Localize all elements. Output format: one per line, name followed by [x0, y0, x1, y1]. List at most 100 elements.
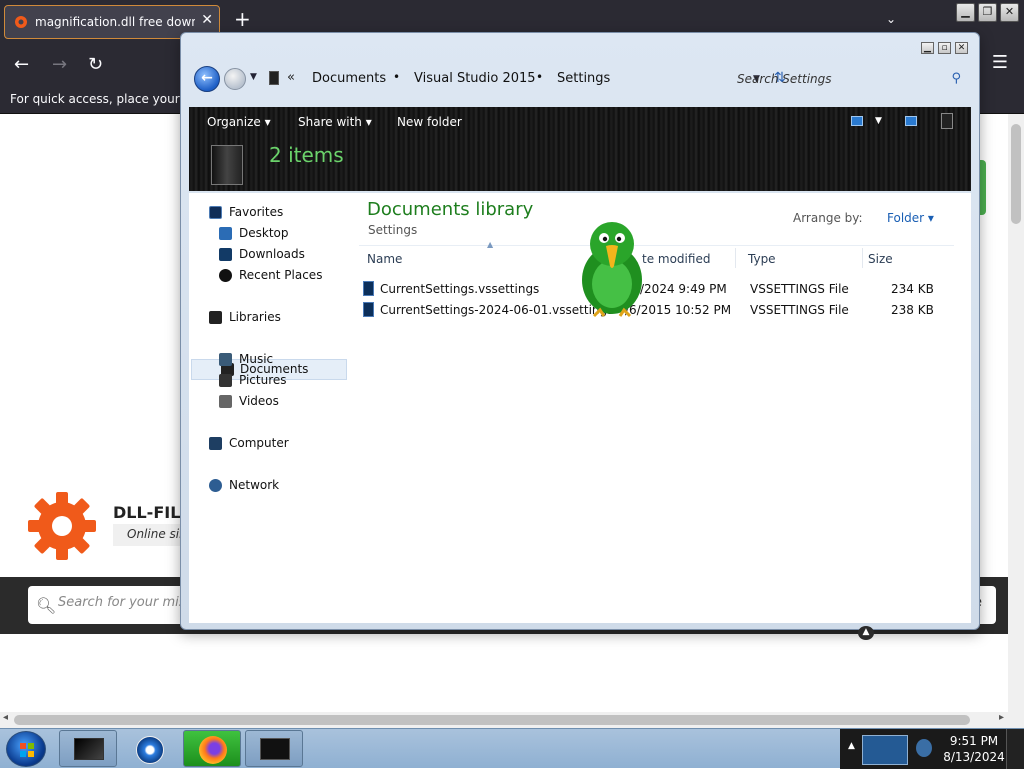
taskbar-firefox-button[interactable] — [183, 730, 241, 767]
arrange-by-label: Arrange by: — [793, 211, 863, 225]
network-globe-icon — [209, 479, 222, 492]
new-tab-button[interactable]: + — [234, 9, 251, 29]
windows-logo-icon — [20, 743, 34, 757]
items-count: 2 items — [269, 143, 344, 167]
column-divider[interactable] — [735, 248, 736, 268]
explorer-minimize-button[interactable]: ▁ — [921, 42, 934, 54]
view-options-chevron-icon[interactable]: ▼ — [875, 116, 882, 126]
dll-files-favicon-icon — [15, 16, 27, 28]
new-folder-button[interactable]: New folder — [397, 115, 462, 129]
column-type[interactable]: Type — [748, 252, 776, 266]
start-button[interactable] — [6, 731, 46, 767]
nav-computer[interactable]: Computer — [209, 434, 365, 454]
vssettings-file-icon — [363, 281, 374, 296]
file-date: /2024 9:49 PM — [640, 282, 727, 296]
explorer-close-button[interactable]: ✕ — [955, 42, 968, 54]
list-all-tabs-button[interactable]: ⌄ — [886, 12, 896, 26]
forward-button[interactable] — [224, 68, 246, 90]
vssettings-file-icon — [363, 302, 374, 317]
taskbar: ▲ 9:51 PM 8/13/2024 — [0, 728, 1024, 769]
nav-libraries[interactable]: Libraries — [209, 308, 365, 328]
nav-favorites[interactable]: Favorites — [209, 203, 365, 223]
explorer-window: ▁ ▫ ✕ ← ▼ « Documents • Visual Studio 20… — [180, 32, 980, 630]
taskbar-media-player-button[interactable] — [121, 730, 179, 767]
file-list-pane: Documents library Settings Arrange by: F… — [349, 193, 971, 623]
site-search-placeholder: Search for your missi — [58, 595, 196, 610]
notification-area: ▲ — [840, 729, 942, 769]
computer-icon — [209, 437, 222, 450]
breadcrumb-documents[interactable]: Documents — [312, 71, 386, 86]
green-parrot-mascot-icon[interactable] — [574, 218, 650, 322]
address-bar[interactable]: « Documents • Visual Studio 2015 • Setti… — [263, 66, 786, 92]
breadcrumb-separator[interactable]: • — [393, 70, 400, 84]
vertical-scroll-thumb[interactable] — [1011, 124, 1021, 224]
horizontal-scroll-thumb[interactable] — [14, 715, 970, 725]
black-folder-icon — [74, 738, 104, 760]
libraries-icon — [209, 311, 222, 324]
file-type: VSSETTINGS File — [750, 282, 849, 296]
taskbar-explorer-button[interactable] — [59, 730, 117, 767]
tab-title: magnification.dll free download — [35, 15, 195, 29]
browser-minimize-button[interactable]: ▁ — [956, 3, 975, 22]
videos-icon — [219, 395, 232, 408]
taskbar-terminal-button[interactable] — [245, 730, 303, 767]
navigation-pane: Favorites Desktop Downloads Recent Place… — [189, 193, 349, 623]
column-name[interactable]: Name — [367, 252, 402, 266]
organize-button[interactable]: Organize ▾ — [207, 115, 271, 129]
share-with-button[interactable]: Share with ▾ — [298, 115, 372, 129]
system-clock[interactable]: 9:51 PM 8/13/2024 — [942, 729, 1006, 769]
column-divider[interactable] — [862, 248, 863, 268]
search-icon[interactable]: ⚲ — [951, 71, 961, 86]
scroll-right-icon[interactable]: ▸ — [999, 712, 1004, 723]
show-hidden-icons-icon[interactable]: ▲ — [848, 741, 855, 751]
reload-icon[interactable]: ↻ — [88, 54, 103, 75]
sort-ascending-icon: ▲ — [487, 240, 494, 249]
scroll-left-icon[interactable]: ◂ — [3, 712, 8, 723]
help-icon[interactable] — [941, 113, 953, 129]
search-settings-input[interactable]: Search Settings ⚲ — [729, 66, 971, 92]
breadcrumb-visual-studio[interactable]: Visual Studio 2015 — [414, 71, 536, 86]
forward-arrow-icon[interactable]: → — [52, 54, 67, 75]
pictures-icon — [219, 374, 232, 387]
security-shield-icon[interactable] — [862, 735, 908, 765]
network-tray-icon[interactable] — [916, 739, 932, 757]
explorer-maximize-button[interactable]: ▫ — [938, 42, 951, 54]
preview-pane-icon[interactable] — [905, 116, 917, 126]
library-title: Documents library — [367, 199, 534, 220]
back-arrow-icon[interactable]: ← — [14, 54, 29, 75]
arrange-by-dropdown[interactable]: Folder ▾ — [887, 211, 934, 225]
file-size: 234 KB — [891, 282, 934, 296]
browser-close-button[interactable]: ✕ — [1000, 3, 1019, 22]
vertical-scrollbar[interactable] — [1008, 114, 1024, 712]
downloads-icon — [219, 248, 232, 261]
dll-files-gear-logo-icon — [28, 492, 96, 560]
command-bar: Organize ▾ Share with ▾ New folder ▼ 2 i… — [189, 107, 971, 191]
recent-places-icon — [219, 269, 232, 282]
breadcrumb-separator[interactable]: • — [536, 70, 543, 84]
column-size[interactable]: Size — [868, 252, 893, 266]
bookmarks-hint-text: For quick access, place your boo — [10, 92, 206, 106]
breadcrumb-settings[interactable]: Settings — [557, 71, 610, 86]
file-size: 238 KB — [891, 303, 934, 317]
hamburger-menu-icon[interactable]: ☰ — [992, 52, 1008, 73]
music-icon — [219, 353, 232, 366]
firefox-icon — [199, 736, 227, 764]
horizontal-scrollbar[interactable]: ◂ ▸ — [0, 712, 1024, 728]
folder-large-icon — [211, 145, 243, 185]
column-header-row: ▲ Name te modified Type Size — [359, 240, 954, 269]
scroll-up-chevron-icon[interactable]: ▲ — [858, 626, 874, 640]
address-row: ← ▼ « Documents • Visual Studio 2015 • S… — [189, 63, 973, 97]
back-button[interactable]: ← — [194, 66, 220, 92]
nav-network[interactable]: Network — [209, 476, 365, 496]
file-row[interactable]: CurrentSettings-2024-06-01.vssettings /6… — [359, 300, 954, 320]
tab-close-icon[interactable]: ✕ — [201, 12, 213, 28]
browser-restore-button[interactable]: ❐ — [978, 3, 997, 22]
change-view-icon[interactable] — [851, 116, 863, 126]
magnifier-icon: 🔍︎ — [36, 596, 57, 615]
recent-pages-chevron-icon[interactable]: ▼ — [250, 72, 257, 82]
file-row[interactable]: CurrentSettings.vssettings /2024 9:49 PM… — [359, 279, 954, 299]
column-date-modified[interactable]: te modified — [642, 252, 710, 266]
breadcrumb-overflow-icon[interactable]: « — [287, 70, 295, 85]
desktop-icon — [219, 227, 232, 240]
show-desktop-button[interactable] — [1006, 729, 1024, 769]
